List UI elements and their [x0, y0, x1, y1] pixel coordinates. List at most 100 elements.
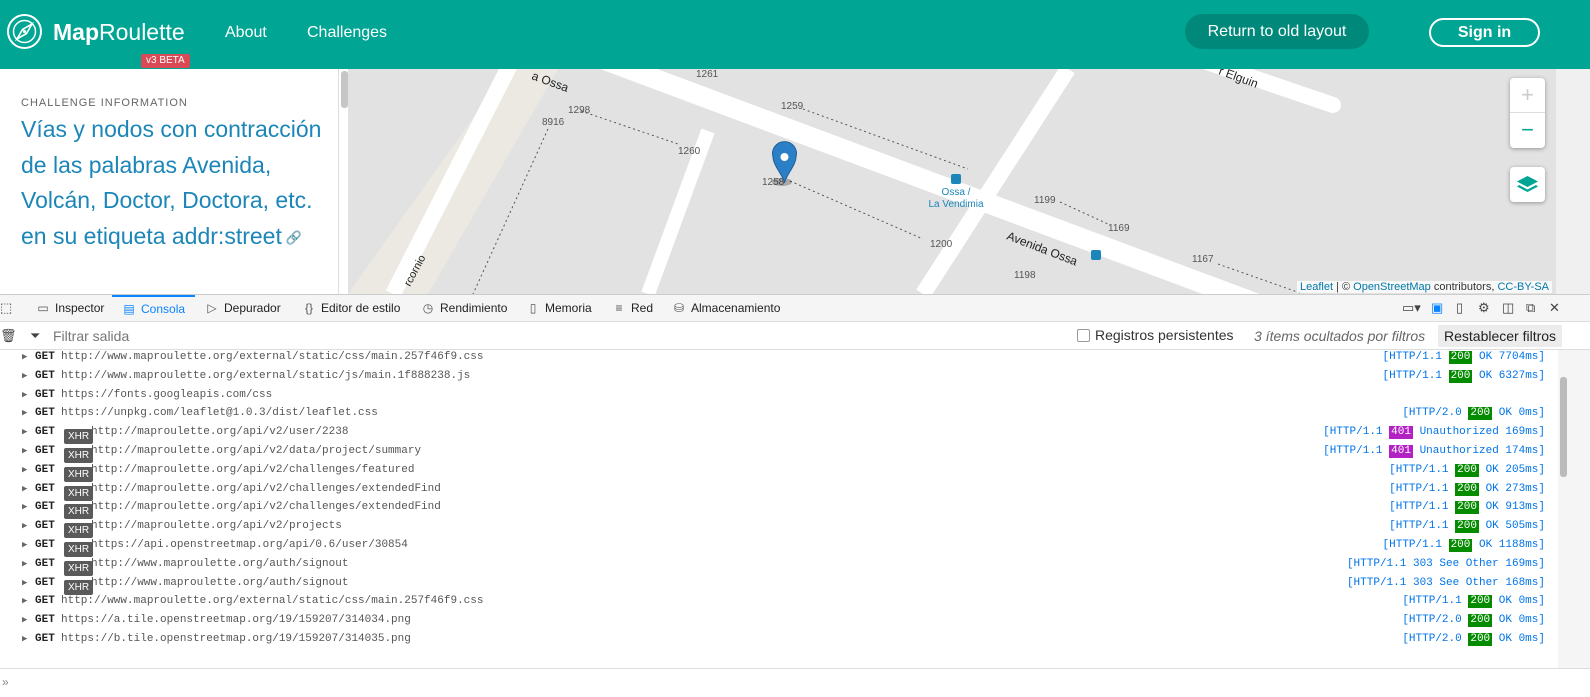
persist-logs-checkbox[interactable]: Registros persistentes	[1077, 327, 1234, 343]
status-code-badge: 200	[1468, 614, 1493, 628]
log-row[interactable]: ▶ GET XHR http://maproulette.org/api/v2/cha…	[0, 463, 1558, 482]
nav-challenges[interactable]: Challenges	[307, 23, 387, 43]
log-url[interactable]: http://maproulette.org/api/v2/data/proje…	[91, 444, 421, 459]
log-url[interactable]: https://unpkg.com/leaflet@1.0.3/dist/lea…	[61, 406, 378, 421]
log-row[interactable]: ▶ GET XHR http://maproulette.org/api/v2/cha…	[0, 500, 1558, 520]
bus-stop-icon[interactable]	[1091, 250, 1101, 260]
tab-inspector[interactable]: ▭ Inspector	[36, 295, 104, 322]
console-drawer-icon[interactable]: ▣	[1431, 300, 1443, 316]
task-marker-icon[interactable]	[772, 141, 797, 186]
undock-icon[interactable]: ⧉	[1526, 300, 1535, 316]
tab-network[interactable]: ≡ Red	[612, 295, 653, 322]
log-url[interactable]: http://maproulette.org/api/v2/challenges…	[91, 482, 441, 497]
split-console-icon[interactable]: ▭▾	[1402, 300, 1421, 316]
tab-storage[interactable]: ⛁ Almacenamiento	[672, 295, 780, 322]
console-input[interactable]: »	[0, 668, 1590, 697]
log-row[interactable]: ▶ GET https://a.tile.openstreetmap.org/19/…	[0, 613, 1558, 632]
log-row[interactable]: ▶ GET XHR http://maproulette.org/api/v2/use…	[0, 425, 1558, 445]
map-view[interactable]: a Ossa r Elguin Avenida Ossa rcornio 126…	[348, 69, 1556, 294]
log-row[interactable]: ▶ GET https://b.tile.openstreetmap.org/19/…	[0, 632, 1558, 651]
expand-triangle-icon[interactable]: ▶	[22, 538, 27, 553]
expand-triangle-icon[interactable]: ▶	[22, 519, 27, 534]
log-row[interactable]: ▶ GET http://www.maproulette.org/external/…	[0, 369, 1558, 388]
log-url[interactable]: http://www.maproulette.org/external/stat…	[61, 369, 470, 384]
nav-about[interactable]: About	[225, 23, 267, 43]
log-row[interactable]: ▶ GET XHR http://maproulette.org/api/v2/pro…	[0, 519, 1558, 539]
zoom-out-button[interactable]: −	[1510, 113, 1545, 148]
sign-in-button[interactable]: Sign in	[1429, 18, 1540, 47]
log-url[interactable]: http://www.maproulette.org/auth/signout	[91, 576, 348, 591]
log-url[interactable]: http://www.maproulette.org/external/stat…	[61, 350, 483, 365]
log-status: [HTTP/1.1 303 See Other 169ms]	[1347, 557, 1545, 572]
status-code-badge: 200	[1455, 520, 1479, 534]
log-url[interactable]: https://api.openstreetmap.org/api/0.6/us…	[91, 538, 408, 553]
expand-triangle-icon[interactable]: ▶	[22, 500, 27, 515]
osm-link[interactable]: OpenStreetMap	[1353, 281, 1431, 293]
log-url[interactable]: http://maproulette.org/api/v2/challenges…	[91, 463, 414, 478]
expand-triangle-icon[interactable]: ▶	[22, 463, 27, 478]
expand-triangle-icon[interactable]: ▶	[22, 425, 27, 440]
reset-filters-button[interactable]: Restablecer filtros	[1438, 325, 1563, 347]
log-row[interactable]: ▶ GET https://fonts.googleapis.com/css	[0, 388, 1558, 407]
log-row[interactable]: ▶ GET XHR http://maproulette.org/api/v2/cha…	[0, 482, 1558, 501]
log-row[interactable]: ▶ GET XHR https://api.openstreetmap.org/api…	[0, 538, 1558, 557]
log-url[interactable]: http://maproulette.org/api/v2/projects	[91, 519, 342, 534]
expand-triangle-icon[interactable]: ▶	[22, 406, 27, 421]
leaflet-link[interactable]: Leaflet	[1300, 281, 1333, 293]
dock-side-icon[interactable]: ◫	[1502, 300, 1514, 316]
expand-triangle-icon[interactable]: ▶	[22, 369, 27, 384]
status-code-badge: 200	[1448, 538, 1473, 552]
expand-triangle-icon[interactable]: ▶	[22, 557, 27, 572]
expand-triangle-icon[interactable]: ▶	[22, 482, 27, 497]
log-url[interactable]: https://a.tile.openstreetmap.org/19/1592…	[61, 613, 411, 628]
expand-triangle-icon[interactable]: ▶	[22, 350, 27, 365]
log-row[interactable]: ▶ GET https://unpkg.com/leaflet@1.0.3/dist…	[0, 406, 1558, 425]
clear-console-trash-icon[interactable]: 🗑	[0, 328, 17, 344]
brand-name[interactable]: MapRoulette	[53, 18, 185, 46]
log-url[interactable]: https://fonts.googleapis.com/css	[61, 388, 272, 403]
page-scrollbar[interactable]	[1556, 69, 1590, 294]
expand-triangle-icon[interactable]: ▶	[22, 388, 27, 403]
log-url[interactable]: https://b.tile.openstreetmap.org/19/1592…	[61, 632, 411, 647]
filter-output-input[interactable]: Filtrar salida	[53, 328, 129, 344]
log-url[interactable]: http://maproulette.org/api/v2/challenges…	[91, 500, 441, 515]
expand-triangle-icon[interactable]: ▶	[22, 632, 27, 647]
panel-scrollbar[interactable]	[341, 71, 348, 108]
log-row[interactable]: ▶ GET http://www.maproulette.org/external/…	[0, 350, 1558, 369]
tab-performance[interactable]: ◷ Rendimiento	[421, 295, 508, 322]
responsive-mode-icon[interactable]: ▯	[1456, 300, 1463, 316]
layers-button[interactable]	[1510, 167, 1545, 202]
expand-triangle-icon[interactable]: ▶	[22, 576, 27, 591]
log-row[interactable]: ▶ GET http://www.maproulette.org/external/…	[0, 594, 1558, 613]
compass-logo-icon[interactable]	[6, 13, 43, 50]
expand-triangle-icon[interactable]: ▶	[22, 594, 27, 609]
tab-console[interactable]: ▤ Consola	[112, 295, 196, 322]
link-icon[interactable]: 🔗	[286, 220, 302, 256]
tab-memory[interactable]: ▯ Memoria	[526, 295, 592, 322]
inspector-icon: ▭	[37, 301, 49, 315]
log-url[interactable]: http://www.maproulette.org/external/stat…	[61, 594, 483, 609]
console-scrollbar[interactable]	[1558, 350, 1590, 668]
expand-triangle-icon[interactable]: ▶	[22, 613, 27, 628]
performance-icon: ◷	[422, 301, 434, 315]
settings-gear-icon[interactable]: ⚙	[1478, 300, 1490, 316]
tab-style-editor[interactable]: {} Editor de estilo	[302, 295, 400, 322]
status-code-badge: 200	[1448, 369, 1473, 383]
license-link[interactable]: CC-BY-SA	[1497, 281, 1549, 293]
tab-debugger[interactable]: ▷ Depurador	[205, 295, 280, 322]
return-old-layout-button[interactable]: Return to old layout	[1185, 14, 1369, 49]
close-devtools-icon[interactable]: ✕	[1549, 300, 1560, 316]
bus-stop-icon[interactable]	[951, 174, 961, 184]
pick-element-icon[interactable]: ⬚	[0, 300, 12, 316]
persist-logs-box[interactable]	[1077, 329, 1090, 342]
log-row[interactable]: ▶ GET XHR http://www.maproulette.org/auth/s…	[0, 557, 1558, 576]
log-row[interactable]: ▶ GET XHR http://www.maproulette.org/auth/s…	[0, 576, 1558, 595]
zoom-in-button[interactable]: +	[1510, 78, 1545, 113]
log-url[interactable]: http://maproulette.org/api/v2/user/2238	[91, 425, 348, 440]
log-protocol: [HTTP/1.1	[1389, 463, 1449, 476]
tab-console-label: Consola	[141, 302, 186, 316]
log-url[interactable]: http://www.maproulette.org/auth/signout	[91, 557, 348, 572]
log-row[interactable]: ▶ GET XHR http://maproulette.org/api/v2/dat…	[0, 444, 1558, 463]
console-scrollbar-thumb[interactable]	[1560, 377, 1567, 477]
expand-triangle-icon[interactable]: ▶	[22, 444, 27, 459]
